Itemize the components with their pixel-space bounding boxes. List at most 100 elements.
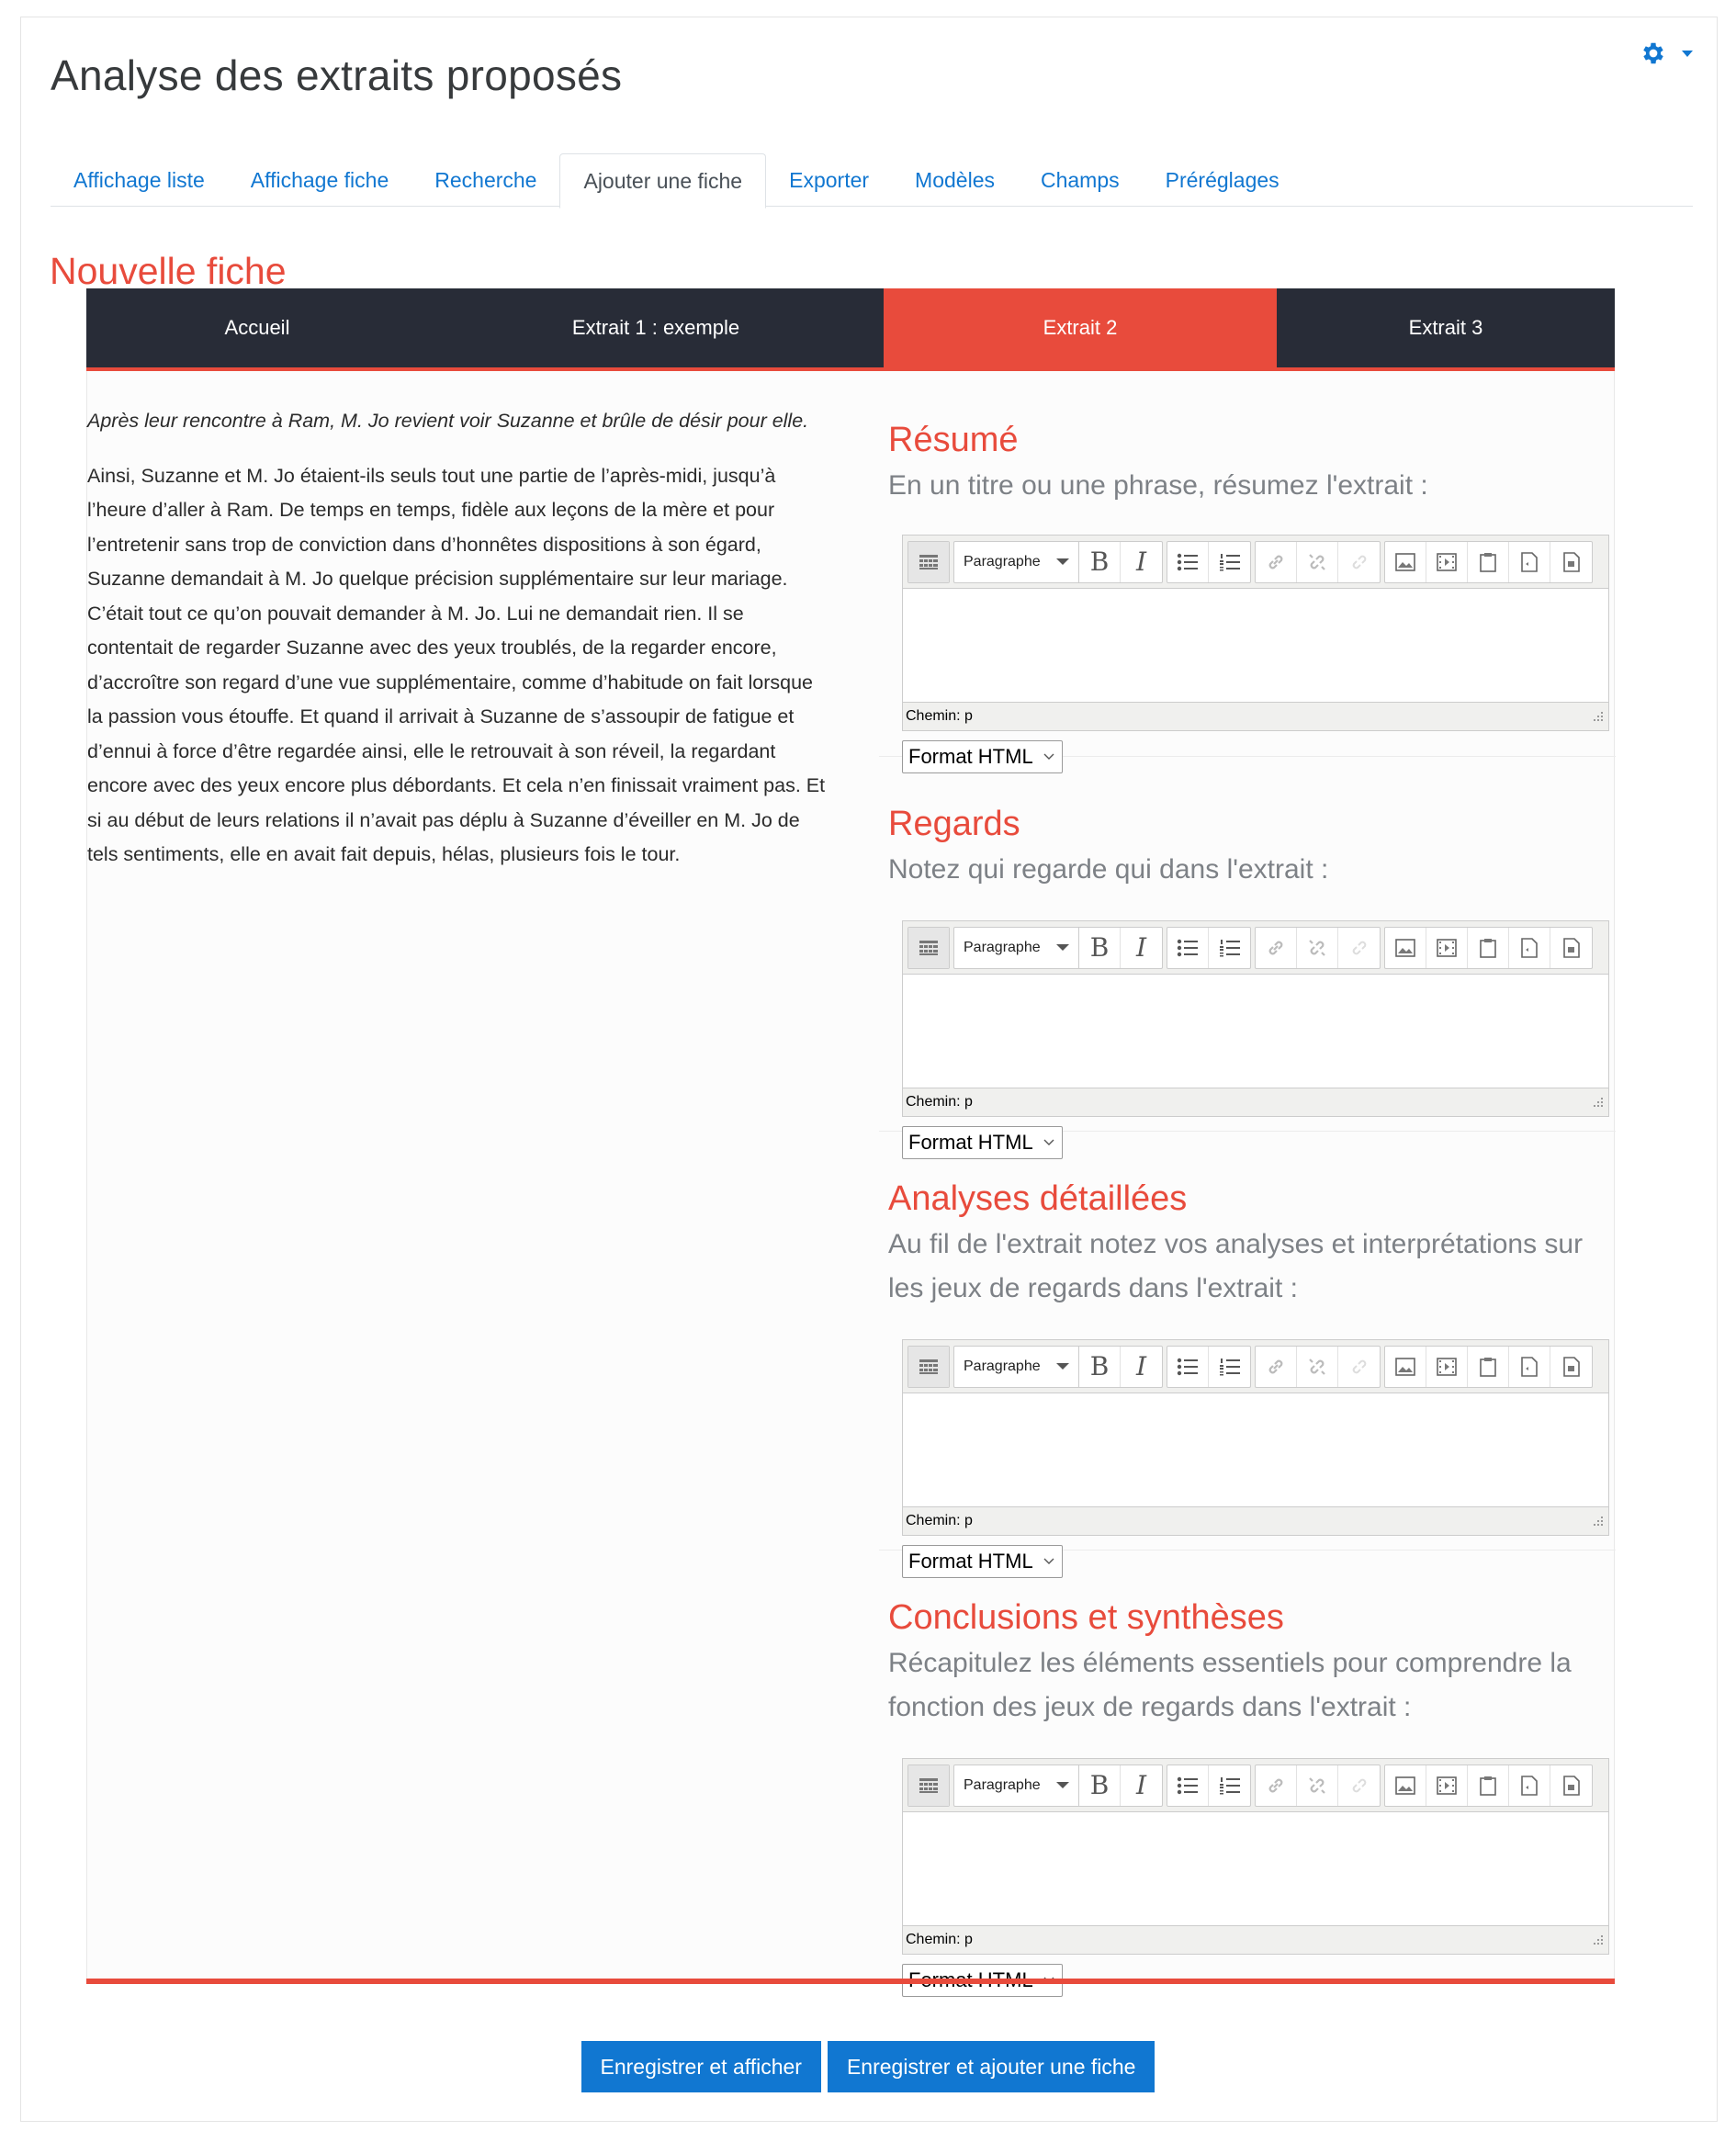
italic-icon[interactable]: I — [1121, 1765, 1162, 1806]
toolbar-group-style: Paragraphe B I — [953, 1345, 1163, 1388]
anchor-icon[interactable] — [1338, 542, 1380, 582]
excerpt-text: Après leur rencontre à Ram, M. Jo revien… — [87, 404, 831, 893]
bullet-list-icon[interactable] — [1167, 1346, 1209, 1387]
numbered-list-icon[interactable] — [1209, 542, 1250, 582]
toolbar-toggle-icon[interactable] — [908, 927, 949, 968]
save-and-view-button[interactable]: Enregistrer et afficher — [581, 2041, 821, 2092]
chevron-down-icon[interactable] — [1682, 50, 1693, 57]
editor-content-area[interactable] — [903, 975, 1608, 1088]
link-icon[interactable] — [1256, 541, 1297, 582]
toolbar-toggle-icon[interactable] — [908, 1765, 949, 1806]
bold-icon[interactable]: B — [1079, 927, 1121, 968]
unlink-icon[interactable] — [1297, 1765, 1338, 1806]
toolbar-group-style: Paragraphe B I — [953, 926, 1163, 969]
step-accueil[interactable]: Accueil — [86, 288, 428, 367]
step-extrait-3[interactable]: Extrait 3 — [1277, 288, 1615, 367]
editor-content-area[interactable] — [903, 1393, 1608, 1507]
italic-icon[interactable]: I — [1121, 1347, 1162, 1387]
toolbar-toggle-icon[interactable] — [908, 541, 949, 582]
excerpt-body: Ainsi, Suzanne et M. Jo étaient-ils seul… — [87, 464, 826, 866]
page-title: Analyse des extraits proposés — [51, 51, 623, 99]
record-icon[interactable] — [1550, 1347, 1592, 1387]
unlink-icon[interactable] — [1297, 927, 1338, 968]
paste-icon[interactable] — [1468, 1765, 1509, 1806]
numbered-list-icon[interactable] — [1209, 928, 1250, 968]
resize-handle-icon[interactable] — [1590, 1932, 1605, 1951]
rich-text-editor: Paragraphe B I Chemin: p — [902, 920, 1609, 1117]
editor-content-area[interactable] — [903, 589, 1608, 703]
tab-recherche[interactable]: Recherche — [411, 153, 559, 207]
insert-file-icon[interactable] — [1509, 1765, 1550, 1806]
italic-icon[interactable]: I — [1121, 542, 1162, 582]
paste-icon[interactable] — [1468, 541, 1509, 582]
media-icon[interactable] — [1426, 1765, 1468, 1806]
tab-ajouter-une-fiche[interactable]: Ajouter une fiche — [559, 153, 767, 209]
media-icon[interactable] — [1426, 1346, 1468, 1387]
toolbar-toggle-icon[interactable] — [908, 1346, 949, 1387]
italic-icon[interactable]: I — [1121, 928, 1162, 968]
record-icon[interactable] — [1550, 928, 1592, 968]
bold-icon[interactable]: B — [1079, 1346, 1121, 1387]
editor-statusbar: Chemin: p — [903, 1926, 1608, 1954]
resize-handle-icon[interactable] — [1590, 708, 1605, 727]
image-icon[interactable] — [1385, 1765, 1426, 1806]
field-analyses-detaillees: Analyses détaillées Au fil de l'extrait … — [879, 1132, 1616, 1578]
settings-menu[interactable] — [1640, 39, 1693, 67]
insert-file-icon[interactable] — [1509, 927, 1550, 968]
numbered-list-icon[interactable] — [1209, 1347, 1250, 1387]
bullet-list-icon[interactable] — [1167, 927, 1209, 968]
editor-toolbar: Paragraphe B I — [903, 1340, 1608, 1393]
bullet-list-icon[interactable] — [1167, 541, 1209, 582]
tab-modeles[interactable]: Modèles — [892, 153, 1018, 207]
paragraph-format-select[interactable]: Paragraphe — [954, 1765, 1079, 1806]
paste-icon[interactable] — [1468, 927, 1509, 968]
editor-content-area[interactable] — [903, 1812, 1608, 1926]
editor-toolbar: Paragraphe B I — [903, 1759, 1608, 1812]
toolbar-group-lists — [1167, 1764, 1251, 1807]
image-icon[interactable] — [1385, 541, 1426, 582]
tab-affichage-fiche[interactable]: Affichage fiche — [228, 153, 411, 207]
link-icon[interactable] — [1256, 1346, 1297, 1387]
media-icon[interactable] — [1426, 541, 1468, 582]
record-icon[interactable] — [1550, 542, 1592, 582]
link-icon[interactable] — [1256, 927, 1297, 968]
anchor-icon[interactable] — [1338, 928, 1380, 968]
numbered-list-icon[interactable] — [1209, 1765, 1250, 1806]
anchor-icon[interactable] — [1338, 1347, 1380, 1387]
bullet-list-icon[interactable] — [1167, 1765, 1209, 1806]
media-icon[interactable] — [1426, 927, 1468, 968]
field-prompt: Notez qui regarde qui dans l'extrait : — [888, 854, 1329, 885]
rich-text-editor: Paragraphe B I Chemin: p — [902, 1339, 1609, 1536]
paste-icon[interactable] — [1468, 1346, 1509, 1387]
step-extrait-1[interactable]: Extrait 1 : exemple — [428, 288, 884, 367]
record-icon[interactable] — [1550, 1765, 1592, 1806]
link-icon[interactable] — [1256, 1765, 1297, 1806]
toolbar-group-toggle — [907, 540, 950, 583]
tab-exporter[interactable]: Exporter — [766, 153, 892, 207]
paragraph-format-select[interactable]: Paragraphe — [954, 927, 1079, 968]
image-icon[interactable] — [1385, 927, 1426, 968]
paragraph-format-select[interactable]: Paragraphe — [954, 541, 1079, 582]
chevron-down-icon — [1056, 558, 1069, 565]
resize-handle-icon[interactable] — [1590, 1513, 1605, 1532]
tab-affichage-liste[interactable]: Affichage liste — [51, 153, 228, 207]
insert-file-icon[interactable] — [1509, 541, 1550, 582]
paragraph-format-select[interactable]: Paragraphe — [954, 1346, 1079, 1387]
resize-handle-icon[interactable] — [1590, 1094, 1605, 1113]
tab-champs[interactable]: Champs — [1018, 153, 1143, 207]
save-and-add-button[interactable]: Enregistrer et ajouter une fiche — [827, 2041, 1155, 2092]
bold-icon[interactable]: B — [1079, 541, 1121, 582]
gear-icon[interactable] — [1640, 39, 1667, 67]
insert-file-icon[interactable] — [1509, 1346, 1550, 1387]
excerpt-lead: Après leur rencontre à Ram, M. Jo revien… — [87, 410, 809, 432]
field-resume: Résumé En un titre ou une phrase, résume… — [879, 421, 1616, 773]
unlink-icon[interactable] — [1297, 1346, 1338, 1387]
bold-icon[interactable]: B — [1079, 1765, 1121, 1806]
anchor-icon[interactable] — [1338, 1765, 1380, 1806]
tab-preglages[interactable]: Préréglages — [1143, 153, 1302, 207]
image-icon[interactable] — [1385, 1346, 1426, 1387]
chevron-down-icon — [1056, 1782, 1069, 1788]
unlink-icon[interactable] — [1297, 541, 1338, 582]
toolbar-group-links — [1255, 1764, 1381, 1807]
step-extrait-2[interactable]: Extrait 2 — [884, 288, 1277, 367]
